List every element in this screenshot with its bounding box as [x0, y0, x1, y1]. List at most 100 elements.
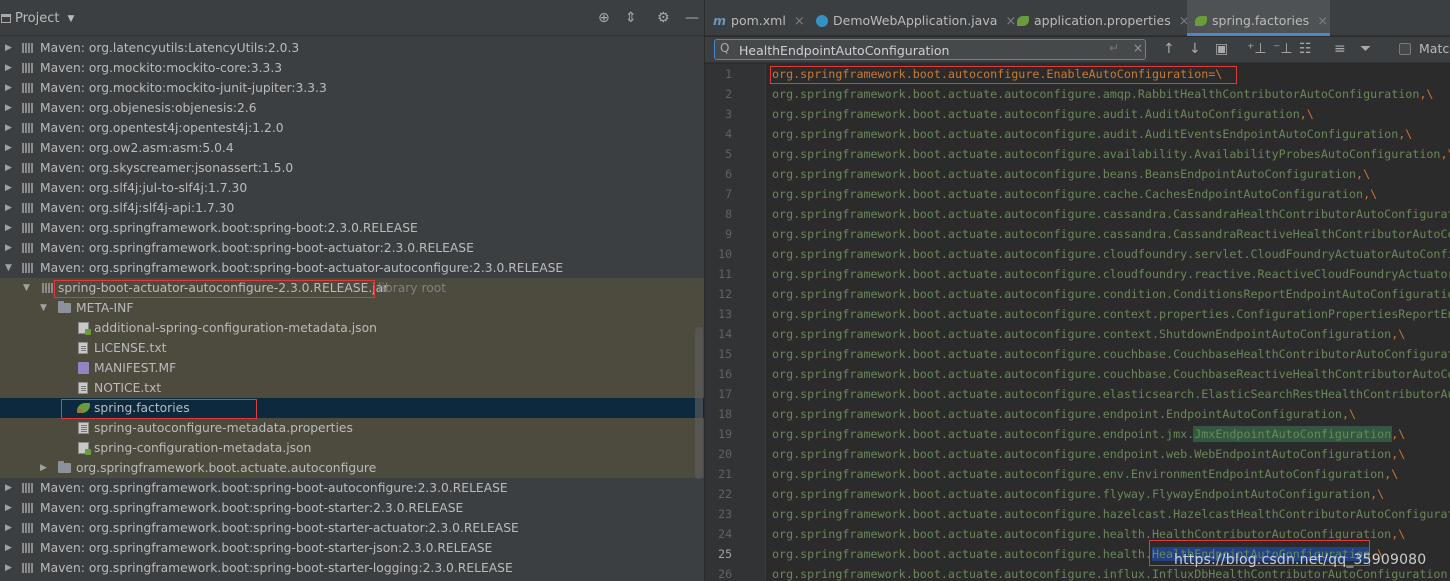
expand-arrow-icon[interactable]: ▶: [5, 238, 12, 258]
tree-row[interactable]: ▶ Maven: org.mockito:mockito-junit-jupite…: [0, 78, 704, 98]
library-icon: [22, 183, 33, 193]
collapse-arrow-icon[interactable]: ▼: [5, 258, 12, 278]
tree-row[interactable]: ▼ Maven: org.springframework.boot:spring-…: [0, 258, 704, 278]
code-line[interactable]: org.springframework.boot.actuate.autocon…: [772, 404, 1356, 424]
tree-row[interactable]: ▶ Maven: org.ow2.asm:asm:5.0.4: [0, 138, 704, 158]
expand-arrow-icon[interactable]: ▶: [5, 38, 12, 58]
code-line[interactable]: org.springframework.boot.actuate.autocon…: [772, 284, 1450, 304]
tree-row[interactable]: ▶ Maven: org.springframework.boot:spring-…: [0, 498, 704, 518]
tree-row[interactable]: ▶ Maven: org.opentest4j:opentest4j:1.2.0: [0, 118, 704, 138]
add-occurrence-icon[interactable]: ⁺⊥: [1247, 41, 1267, 57]
code-line[interactable]: org.springframework.boot.actuate.autocon…: [772, 124, 1412, 144]
code-line[interactable]: org.springframework.boot.actuate.autocon…: [772, 104, 1314, 124]
expand-arrow-icon[interactable]: ▶: [5, 158, 12, 178]
tab-application-properties[interactable]: application.properties ×: [1009, 0, 1190, 36]
tree-row-file[interactable]: MANIFEST.MF: [0, 358, 704, 378]
tree-row[interactable]: ▶ Maven: org.springframework.boot:spring-…: [0, 218, 704, 238]
library-icon: [22, 223, 33, 233]
project-view-selector[interactable]: Project ▼: [0, 11, 74, 26]
search-input[interactable]: [739, 42, 1079, 58]
filter-options-icon[interactable]: ≡: [1334, 41, 1346, 57]
code-line[interactable]: org.springframework.boot.actuate.autocon…: [772, 184, 1377, 204]
code-line[interactable]: org.springframework.boot.actuate.autocon…: [772, 224, 1450, 244]
expand-arrow-icon[interactable]: ▶: [5, 198, 12, 218]
code-line[interactable]: org.springframework.boot.actuate.autocon…: [772, 424, 1405, 444]
tree-row[interactable]: ▶ Maven: org.springframework.boot:spring-…: [0, 558, 704, 578]
library-icon: [22, 263, 33, 273]
expand-arrow-icon[interactable]: ▶: [5, 558, 12, 578]
line-number: 16: [718, 367, 732, 381]
code-line[interactable]: org.springframework.boot.actuate.autocon…: [772, 364, 1450, 384]
code-line[interactable]: org.springframework.boot.actuate.autocon…: [772, 344, 1450, 364]
tree-row[interactable]: ▶ Maven: org.slf4j:slf4j-api:1.7.30: [0, 198, 704, 218]
clear-icon[interactable]: ×: [1133, 41, 1143, 55]
code-line[interactable]: org.springframework.boot.actuate.autocon…: [772, 464, 1398, 484]
tab-pom-xml[interactable]: m pom.xml ×: [705, 0, 808, 36]
scrollbar[interactable]: [695, 327, 703, 479]
tab-demo-web-application[interactable]: DemoWebApplication.java ×: [808, 0, 1016, 36]
expand-arrow-icon[interactable]: ▶: [5, 58, 12, 78]
tree-row-package[interactable]: ▶ org.springframework.boot.actuate.autoco…: [0, 458, 704, 478]
tree-row-file[interactable]: LICENSE.txt: [0, 338, 704, 358]
tree-row[interactable]: ▶ Maven: org.springframework.boot:spring-…: [0, 478, 704, 498]
tree-row[interactable]: ▶ Maven: org.skyscreamer:jsonassert:1.5.0: [0, 158, 704, 178]
new-line-icon[interactable]: ↵: [1109, 41, 1119, 55]
code-line[interactable]: org.springframework.boot.actuate.autocon…: [772, 384, 1450, 404]
expand-arrow-icon[interactable]: ▶: [40, 458, 47, 478]
match-case-checkbox[interactable]: [1399, 43, 1411, 55]
collapse-arrow-icon[interactable]: ▼: [23, 278, 30, 298]
expand-arrow-icon[interactable]: ▶: [5, 478, 12, 498]
code-line[interactable]: org.springframework.boot.actuate.autocon…: [772, 244, 1450, 264]
tree-row-file[interactable]: spring-autoconfigure-metadata.properties: [0, 418, 704, 438]
code-line[interactable]: org.springframework.boot.actuate.autocon…: [772, 324, 1405, 344]
expand-arrow-icon[interactable]: ▶: [5, 178, 12, 198]
tree-row[interactable]: ▶ Maven: org.springframework.boot:spring-…: [0, 238, 704, 258]
tree-row-file[interactable]: NOTICE.txt: [0, 378, 704, 398]
code-line[interactable]: org.springframework.boot.actuate.autocon…: [772, 264, 1450, 284]
tab-spring-factories[interactable]: spring.factories ×: [1187, 0, 1330, 36]
code-line[interactable]: org.springframework.boot.actuate.autocon…: [772, 444, 1405, 464]
filter-icon[interactable]: ⏷: [1360, 41, 1371, 57]
expand-arrow-icon[interactable]: ▶: [5, 98, 12, 118]
expand-arrow-icon[interactable]: ▶: [5, 538, 12, 558]
code-line[interactable]: org.springframework.boot.actuate.autocon…: [772, 484, 1384, 504]
collapse-arrow-icon[interactable]: ▼: [40, 298, 47, 318]
code-line[interactable]: org.springframework.boot.actuate.autocon…: [772, 204, 1450, 224]
code-line[interactable]: org.springframework.boot.actuate.autocon…: [772, 84, 1433, 104]
locate-icon[interactable]: ⊕: [598, 11, 610, 25]
annotation-box-jar: [54, 280, 375, 298]
gutter-divider: [765, 64, 766, 581]
collapse-all-icon[interactable]: ⇕: [625, 11, 637, 25]
line-number: 21: [718, 467, 732, 481]
open-in-window-icon[interactable]: ▣: [1215, 41, 1228, 57]
expand-arrow-icon[interactable]: ▶: [5, 138, 12, 158]
previous-occurrence-icon[interactable]: ↑: [1163, 41, 1175, 57]
remove-occurrence-icon[interactable]: ⁻⊥: [1273, 41, 1293, 57]
tree-row[interactable]: ▶ Maven: org.springframework.boot:spring-…: [0, 538, 704, 558]
code-line[interactable]: org.springframework.boot.actuate.autocon…: [772, 144, 1450, 164]
find-field[interactable]: Q ↵ ×: [714, 39, 1146, 60]
expand-arrow-icon[interactable]: ▶: [5, 498, 12, 518]
tree-row[interactable]: ▶ Maven: org.slf4j:jul-to-slf4j:1.7.30: [0, 178, 704, 198]
line-number: 22: [718, 487, 732, 501]
tree-row-folder[interactable]: ▼ META-INF: [0, 298, 704, 318]
code-line[interactable]: org.springframework.boot.actuate.autocon…: [772, 504, 1450, 524]
next-occurrence-icon[interactable]: ↓: [1189, 41, 1201, 57]
tree-row[interactable]: ▶ Maven: org.springframework.boot:spring-…: [0, 518, 704, 538]
close-icon[interactable]: ×: [1317, 14, 1328, 29]
tree-row-file[interactable]: additional-spring-configuration-metadata…: [0, 318, 704, 338]
expand-arrow-icon[interactable]: ▶: [5, 78, 12, 98]
tree-row[interactable]: ▶ Maven: org.mockito:mockito-core:3.3.3: [0, 58, 704, 78]
minimize-icon[interactable]: —: [685, 11, 699, 25]
close-icon[interactable]: ×: [794, 14, 805, 29]
expand-arrow-icon[interactable]: ▶: [5, 518, 12, 538]
tree-row[interactable]: ▶ Maven: org.objenesis:objenesis:2.6: [0, 98, 704, 118]
code-line[interactable]: org.springframework.boot.actuate.autocon…: [772, 304, 1450, 324]
tree-row-file[interactable]: spring-configuration-metadata.json: [0, 438, 704, 458]
code-line[interactable]: org.springframework.boot.actuate.autocon…: [772, 164, 1370, 184]
gear-icon[interactable]: ⚙: [657, 11, 670, 25]
select-all-occurrences-icon[interactable]: ☷: [1299, 41, 1312, 57]
expand-arrow-icon[interactable]: ▶: [5, 118, 12, 138]
tree-row[interactable]: ▶ Maven: org.latencyutils:LatencyUtils:2.…: [0, 38, 704, 58]
expand-arrow-icon[interactable]: ▶: [5, 218, 12, 238]
